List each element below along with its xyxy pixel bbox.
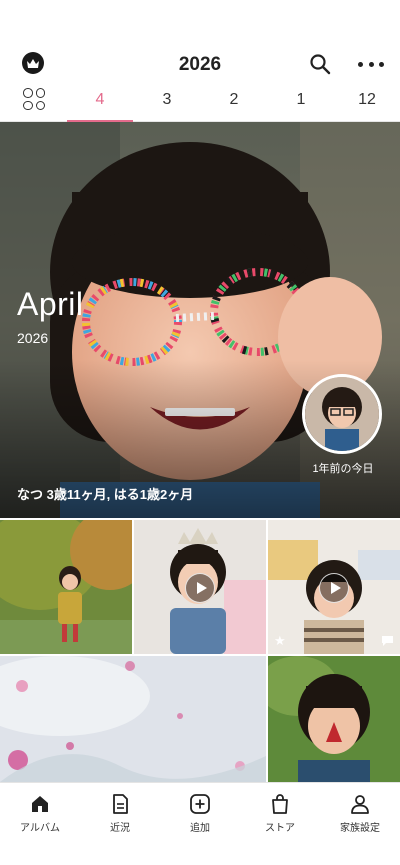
video-tile[interactable]: ★ xyxy=(268,520,400,654)
more-button[interactable] xyxy=(358,54,384,74)
nav-add[interactable]: 追加 xyxy=(160,783,240,843)
photo-tile[interactable] xyxy=(0,520,132,654)
photo-thumbnail xyxy=(268,656,400,782)
search-icon xyxy=(310,54,331,75)
hero-caption: なつ 3歳11ヶ月, はる1歳2ヶ月 xyxy=(17,487,194,502)
grid-view-icon[interactable] xyxy=(23,88,45,110)
tab-month-1[interactable]: 1 xyxy=(274,88,328,122)
photo-grid: ★ xyxy=(0,520,400,782)
nav-album[interactable]: アルバム xyxy=(0,783,80,843)
photo-thumbnail xyxy=(0,656,266,782)
nav-updates[interactable]: 近況 xyxy=(80,783,160,843)
star-icon: ★ xyxy=(274,633,286,648)
app-header: 2026 xyxy=(0,0,400,82)
tab-month-3[interactable]: 3 xyxy=(140,88,194,122)
shopping-bag-icon xyxy=(272,794,288,814)
memory-label: 1年前の今日 xyxy=(312,463,374,475)
bottom-navigation: アルバム 近況 追加 ストア 家族設定 xyxy=(0,782,400,865)
tab-month-4[interactable]: 4 xyxy=(67,88,133,123)
memory-thumbnail[interactable] xyxy=(302,374,382,454)
home-icon xyxy=(32,796,48,812)
document-icon xyxy=(113,794,128,814)
photo-tile[interactable] xyxy=(268,656,400,782)
more-dot-icon xyxy=(379,61,384,67)
nav-updates-label: 近況 xyxy=(110,823,130,834)
month-tabs: 4 3 2 1 12 xyxy=(0,82,400,123)
more-dot-icon xyxy=(368,61,374,67)
hero-photo[interactable]: April 2026 1年前の今日 なつ 3歳11ヶ月, はる1歳2ヶ月 xyxy=(0,122,400,518)
nav-family-settings-label: 家族設定 xyxy=(340,823,380,834)
nav-add-label: 追加 xyxy=(190,823,210,834)
comment-icon xyxy=(382,636,393,646)
more-dot-icon xyxy=(358,61,363,67)
add-icon xyxy=(190,794,210,814)
memory-photo xyxy=(305,377,379,451)
page-title: 2026 xyxy=(178,54,222,75)
nav-store[interactable]: ストア xyxy=(240,783,320,843)
photo-thumbnail xyxy=(0,520,132,654)
crown-icon xyxy=(27,58,39,68)
photo-tile[interactable] xyxy=(0,656,266,782)
nav-album-label: アルバム xyxy=(20,823,60,834)
hero-year: 2026 xyxy=(17,330,49,346)
video-tile[interactable] xyxy=(134,520,266,654)
tab-month-12[interactable]: 12 xyxy=(340,88,394,122)
play-icon[interactable] xyxy=(319,573,349,603)
search-button[interactable] xyxy=(308,52,332,76)
play-icon[interactable] xyxy=(185,573,215,603)
crown-button[interactable] xyxy=(22,52,44,74)
hero-month: April xyxy=(17,286,84,322)
nav-store-label: ストア xyxy=(265,823,295,834)
tab-month-2[interactable]: 2 xyxy=(207,88,261,122)
person-icon xyxy=(351,795,369,814)
nav-family-settings[interactable]: 家族設定 xyxy=(320,783,400,843)
